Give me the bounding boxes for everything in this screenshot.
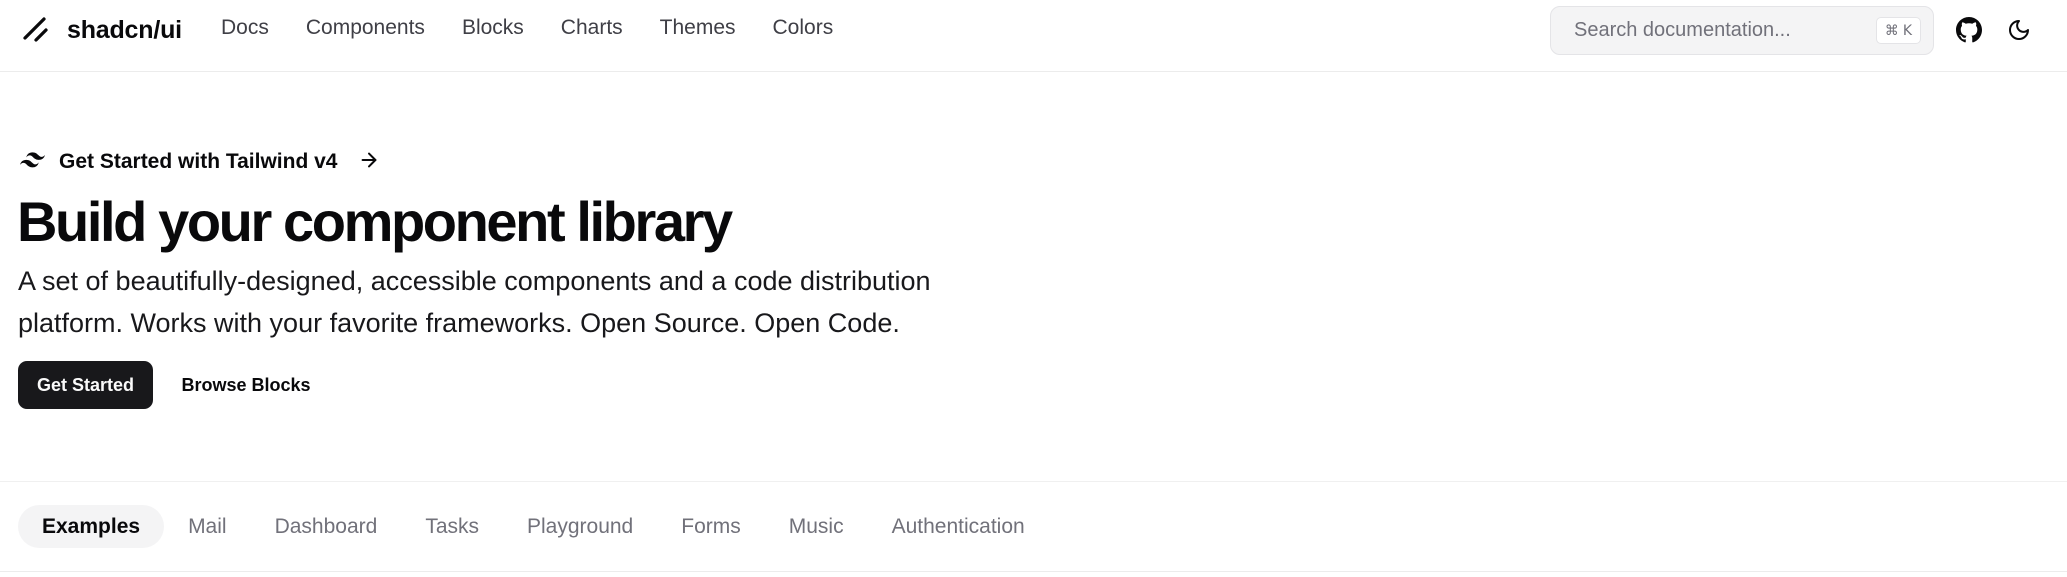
tab-dashboard[interactable]: Dashboard xyxy=(251,505,402,548)
tabs-divider xyxy=(0,571,2067,572)
site-header: shadcn/ui Docs Components Blocks Charts … xyxy=(0,0,2067,72)
github-button[interactable] xyxy=(1953,14,1985,46)
nav-docs[interactable]: Docs xyxy=(221,16,269,40)
moon-icon xyxy=(2007,18,2031,42)
main-nav: Docs Components Blocks Charts Themes Col… xyxy=(221,16,833,40)
tab-forms[interactable]: Forms xyxy=(657,505,765,548)
search-input[interactable]: Search documentation... ⌘ K xyxy=(1550,6,1934,55)
nav-themes[interactable]: Themes xyxy=(660,16,736,40)
github-icon xyxy=(1956,17,1982,43)
nav-colors[interactable]: Colors xyxy=(773,16,834,40)
announcement-text: Get Started with Tailwind v4 xyxy=(59,150,338,173)
hero-description: A set of beautifully-designed, accessibl… xyxy=(18,266,931,338)
tab-music[interactable]: Music xyxy=(765,505,868,548)
tab-playground[interactable]: Playground xyxy=(503,505,657,548)
nav-components[interactable]: Components xyxy=(306,16,425,40)
search-shortcut-badge: ⌘ K xyxy=(1876,17,1921,44)
tab-examples[interactable]: Examples xyxy=(18,505,165,548)
arrow-right-icon xyxy=(358,149,380,176)
announcement-link[interactable]: Get Started with Tailwind v4 xyxy=(20,145,380,179)
examples-tabs: Examples Mail Dashboard Tasks Playground… xyxy=(18,505,1049,548)
search-placeholder: Search documentation... xyxy=(1574,19,1791,41)
browse-blocks-button[interactable]: Browse Blocks xyxy=(168,361,324,409)
tab-tasks[interactable]: Tasks xyxy=(401,505,503,548)
command-key: ⌘ xyxy=(1884,22,1899,39)
nav-charts[interactable]: Charts xyxy=(561,16,623,40)
nav-blocks[interactable]: Blocks xyxy=(462,16,524,40)
shortcut-letter: K xyxy=(1902,22,1913,39)
page-title: Build your component library xyxy=(17,190,733,253)
tab-authentication[interactable]: Authentication xyxy=(868,505,1049,548)
theme-toggle-button[interactable] xyxy=(2003,14,2035,46)
brand-link[interactable]: shadcn/ui xyxy=(20,14,182,46)
tab-mail[interactable]: Mail xyxy=(164,505,251,548)
slash-logo-icon xyxy=(20,14,52,46)
get-started-button[interactable]: Get Started xyxy=(18,361,153,409)
tailwind-icon xyxy=(20,151,45,173)
section-divider xyxy=(0,481,2067,482)
brand-name: shadcn/ui xyxy=(67,15,182,44)
